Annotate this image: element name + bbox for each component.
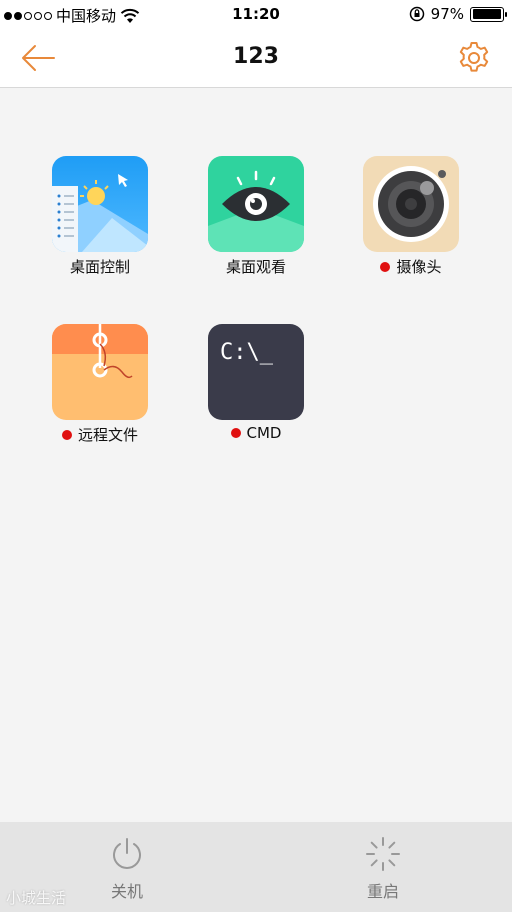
status-indicator-dot xyxy=(61,429,72,440)
app-camera[interactable]: 摄像头 xyxy=(341,156,481,296)
gear-icon xyxy=(459,42,489,72)
loading-spinner-icon xyxy=(366,837,400,871)
restart-button[interactable]: 重启 xyxy=(323,836,443,908)
app-remote-files[interactable]: 远程文件 xyxy=(30,324,170,464)
status-indicator-dot xyxy=(230,428,241,438)
terminal-icon: C:\_ xyxy=(208,324,304,420)
shutdown-label: 关机 xyxy=(110,882,143,901)
app-label: 摄像头 xyxy=(341,256,481,277)
page-title: 123 xyxy=(233,44,279,69)
camera-icon xyxy=(363,156,459,252)
app-label: CMD xyxy=(186,424,326,442)
file-envelope-icon xyxy=(52,324,148,420)
power-icon xyxy=(113,838,141,869)
app-desktop-control[interactable]: 桌面控制 xyxy=(30,156,170,296)
eye-icon xyxy=(208,156,304,252)
battery-icon xyxy=(470,6,507,22)
shutdown-button[interactable]: 关机 xyxy=(67,836,187,908)
battery-info: 97% xyxy=(409,5,507,23)
battery-percent: 97% xyxy=(430,5,464,23)
settings-button[interactable] xyxy=(456,40,492,76)
navigation-bar: 123 xyxy=(0,30,512,88)
desktop-control-icon xyxy=(52,156,148,252)
app-label: 桌面观看 xyxy=(225,258,286,276)
restart-label: 重启 xyxy=(366,882,399,901)
watermark-text: 小城生活 xyxy=(6,889,67,907)
app-desktop-view[interactable]: 桌面观看 xyxy=(186,156,326,296)
terminal-prompt-text: C:\_ xyxy=(220,340,273,365)
app-label: 远程文件 xyxy=(30,424,170,445)
status-indicator-dot xyxy=(380,261,391,272)
battery-level xyxy=(472,9,501,19)
app-label: 桌面控制 xyxy=(69,258,130,276)
orientation-lock-icon xyxy=(409,6,424,22)
status-bar: 中国移动 11:20 97% xyxy=(0,0,512,30)
app-cmd[interactable]: C:\_ CMD xyxy=(186,324,326,464)
bottom-action-bar: 关机 重启 小城生活 xyxy=(0,822,512,912)
